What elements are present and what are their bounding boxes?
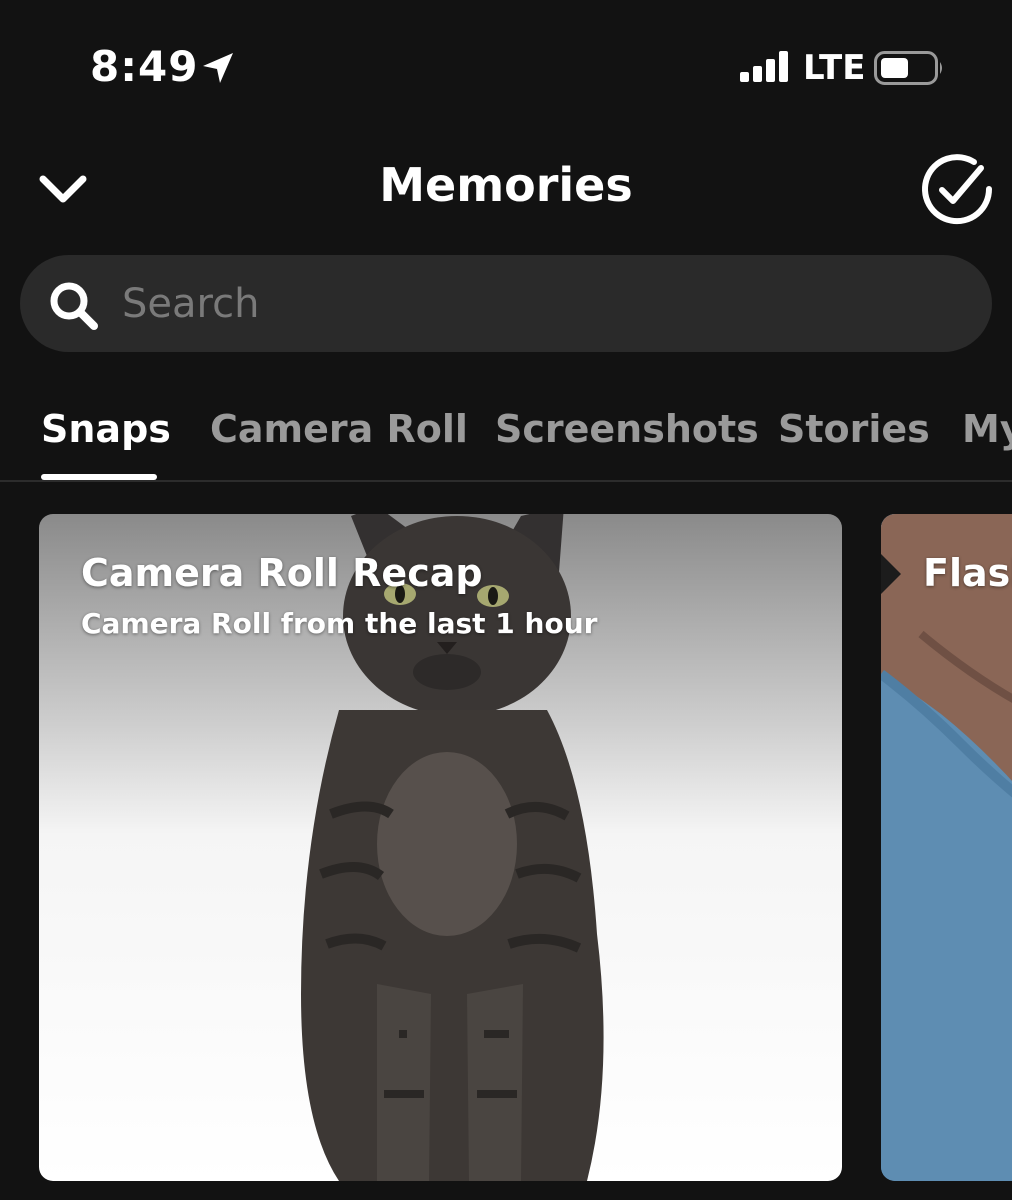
tab-my[interactable]: My [962,404,1012,454]
memory-card-flash[interactable]: Flash [881,514,1012,1181]
status-bar: 8:49 LTE [0,0,1012,130]
active-tab-indicator [41,474,157,480]
card-subtitle: Camera Roll from the last 1 hour [81,607,598,640]
cellular-signal-icon [740,51,788,82]
status-time: 8:49 [90,42,199,91]
tab-camera-roll[interactable]: Camera Roll [210,404,468,454]
search-icon [50,282,98,330]
tab-stories[interactable]: Stories [778,404,930,454]
page-title: Memories [379,158,633,212]
location-arrow-icon [203,53,233,83]
memory-card-camera-roll-recap[interactable]: Camera Roll Recap Camera Roll from the l… [39,514,842,1181]
chevron-down-icon [39,175,87,203]
search-bar[interactable] [20,255,992,352]
person-photo [881,514,1012,1181]
tab-screenshots[interactable]: Screenshots [495,404,759,454]
battery-icon [874,51,942,85]
select-button[interactable] [918,150,996,228]
network-type-label: LTE [803,48,866,88]
check-circle-icon [922,154,993,225]
tab-bar: Snaps Camera Roll Screenshots Stories My [0,390,1012,482]
card-title: Camera Roll Recap [81,551,483,595]
search-input[interactable] [122,255,962,352]
collapse-button[interactable] [30,155,96,221]
tab-snaps[interactable]: Snaps [41,404,171,454]
card-title: Flash [923,551,1012,595]
